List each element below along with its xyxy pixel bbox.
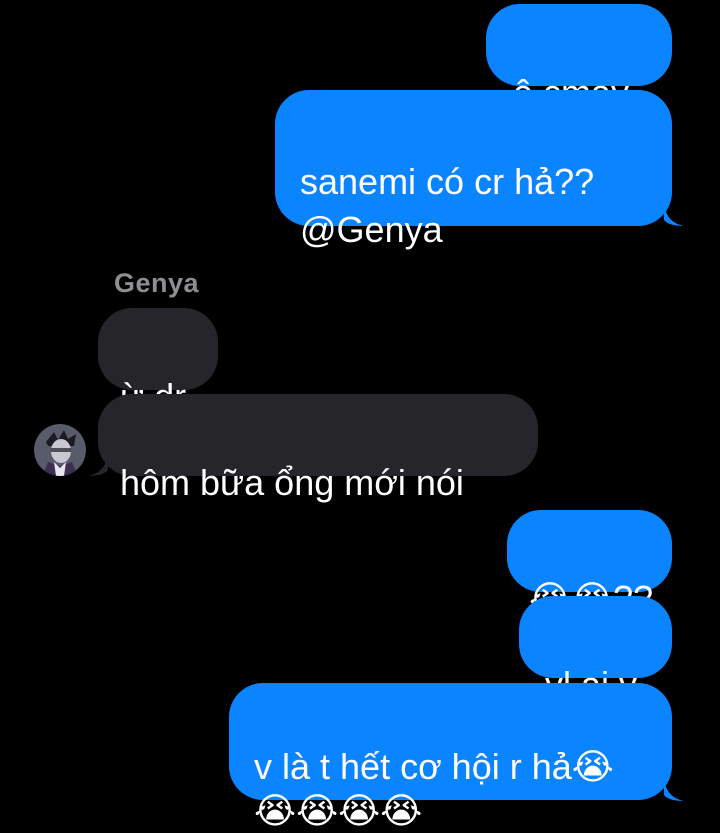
message-text: hôm bữa ổng mới nói: [120, 462, 464, 503]
bubble-tail-icon: [88, 454, 108, 476]
message-text: sanemi có cr hả?? @Genya: [300, 161, 595, 250]
message-bubble-incoming[interactable]: hôm bữa ổng mới nói: [98, 394, 538, 503]
message-bubble-outgoing[interactable]: v là t hết cơ hội r hả😭 😭😭😭😭: [229, 683, 672, 831]
avatar-image: [34, 424, 86, 476]
genya-avatar-icon[interactable]: [34, 424, 86, 476]
message-text: v là t hết cơ hội r hả😭 😭😭😭😭: [254, 746, 614, 831]
sender-name: Genya: [114, 268, 200, 298]
message-bubble-outgoing[interactable]: ê cmay: [486, 4, 672, 113]
message-bubble-outgoing[interactable]: sanemi có cr hả?? @Genya: [275, 90, 672, 250]
message-bubble-incoming[interactable]: ừ dr: [98, 308, 218, 417]
message-bubble-outgoing[interactable]: vl ai v: [519, 596, 672, 705]
message-bubble-outgoing[interactable]: 😭😭??: [507, 510, 672, 619]
bubble-tail-icon: [664, 779, 684, 801]
bubble-tail-icon: [664, 204, 684, 226]
